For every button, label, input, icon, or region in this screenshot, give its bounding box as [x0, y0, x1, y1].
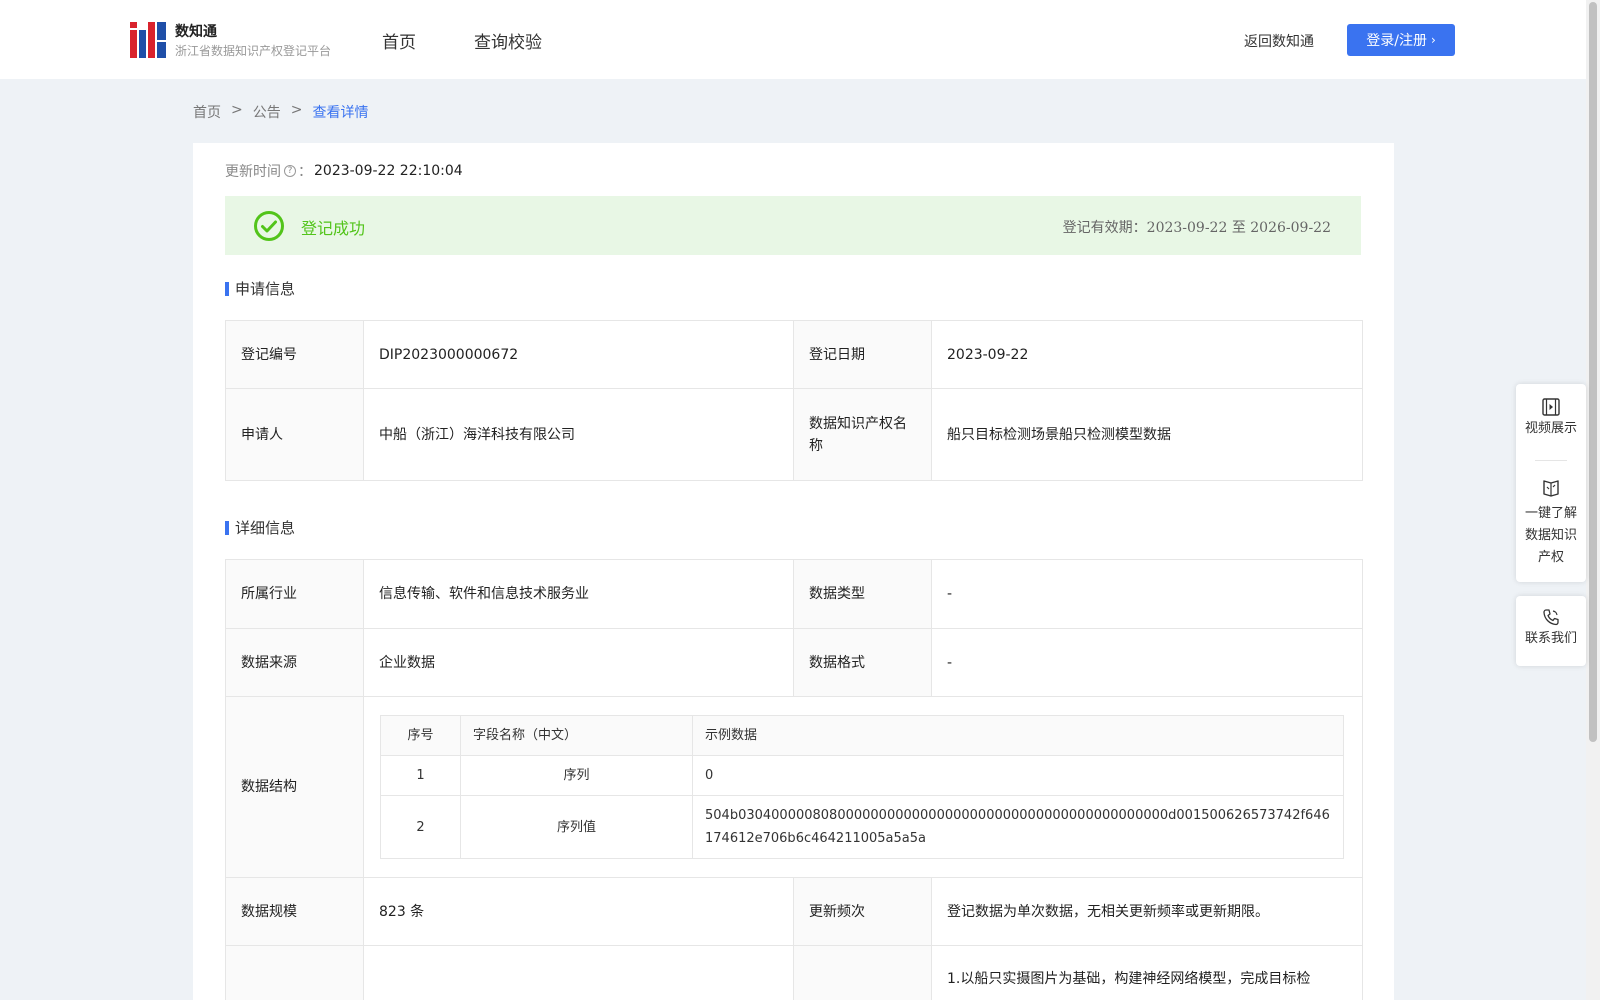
- structure-table: 序号 字段名称（中文） 示例数据 1 序列 0 2 序列值 504b030400…: [380, 715, 1344, 859]
- login-register-button[interactable]: 登录/注册 ›: [1347, 24, 1455, 56]
- empty-label: [793, 945, 932, 1000]
- cell-example: 504b030400000808000000000000000000000000…: [692, 795, 1344, 859]
- validity-range: 2023-09-22 至 2026-09-22: [1146, 220, 1331, 236]
- cell-index: 1: [380, 755, 461, 796]
- industry-value: 信息传输、软件和信息技术服务业: [363, 559, 794, 629]
- detail-info-table: 所属行业 信息传输、软件和信息技术服务业 数据类型 - 数据来源 企业数据 数据…: [225, 559, 1363, 1000]
- side-contact-label: 联系我们: [1524, 631, 1577, 646]
- side-contact-button[interactable]: 联系我们: [1516, 596, 1586, 650]
- apply-info-table: 登记编号 DIP2023000000672 登记日期 2023-09-22 申请…: [225, 320, 1363, 481]
- detail-card: 更新时间 ? ： 2023-09-22 22:10:04 登记成功 登记有效期：…: [193, 143, 1394, 1000]
- reg-no-value: DIP2023000000672: [363, 320, 794, 389]
- structure-row: 2 序列值 504b030400000808000000000000000000…: [380, 795, 1344, 859]
- industry-label: 所属行业: [225, 559, 364, 629]
- brand-subtitle: 浙江省数据知识产权登记平台: [175, 44, 332, 58]
- logo-icon[interactable]: [130, 20, 166, 58]
- side-panel: 视频展示 一键了解数据知识产权: [1516, 384, 1586, 582]
- section-title-detail: 详细信息: [225, 517, 295, 538]
- frequency-label: 更新频次: [793, 877, 932, 946]
- cell-index: 2: [380, 795, 461, 859]
- update-time-value: 2023-09-22 22:10:04: [314, 163, 463, 179]
- return-link[interactable]: 返回数知通: [1244, 31, 1314, 51]
- reg-date-label: 登记日期: [793, 320, 932, 389]
- login-register-label: 登录/注册: [1366, 33, 1427, 49]
- ip-name-value: 船只目标检测场景船只检测模型数据: [931, 388, 1363, 481]
- validity-label: 登记有效期：: [1062, 220, 1147, 236]
- breadcrumb-home[interactable]: 首页: [193, 102, 221, 122]
- applicant-label: 申请人: [225, 388, 364, 481]
- chevron-right-icon: ›: [1430, 33, 1436, 47]
- structure-cell: 序号 字段名称（中文） 示例数据 1 序列 0 2 序列值 504b030400…: [363, 696, 1363, 878]
- side-video-label: 视频展示: [1524, 421, 1577, 436]
- col-header-field: 字段名称（中文）: [460, 715, 693, 756]
- update-time: 更新时间 ? ： 2023-09-22 22:10:04: [225, 161, 463, 181]
- cell-field: 序列: [460, 755, 693, 796]
- source-value: 企业数据: [363, 628, 794, 697]
- top-header: 数知通 浙江省数据知识产权登记平台 首页 查询校验 返回数知通 登录/注册 ›: [0, 0, 1586, 79]
- breadcrumb-separator: >: [231, 102, 243, 118]
- col-header-example: 示例数据: [692, 715, 1344, 756]
- status-banner: 登记成功 登记有效期：2023-09-22 至 2026-09-22: [225, 196, 1361, 255]
- side-video-button[interactable]: 视频展示: [1516, 384, 1586, 460]
- side-learn-label: 一键了解数据知识产权: [1524, 506, 1577, 565]
- nav-home[interactable]: 首页: [382, 28, 416, 53]
- format-value: -: [931, 628, 1363, 697]
- breadcrumb-current: 查看详情: [312, 105, 369, 121]
- description-value: 1.以船只实摄图片为基础，构建神经网络模型，完成目标检: [931, 945, 1363, 1000]
- frequency-value: 登记数据为单次数据，无相关更新频率或更新期限。: [931, 877, 1363, 946]
- table-row: 申请人 中船（浙江）海洋科技有限公司 数据知识产权名称 船只目标检测场景船只检测…: [225, 388, 1363, 481]
- empty-value: [363, 945, 794, 1000]
- breadcrumb-separator: >: [290, 102, 303, 118]
- book-icon: [1543, 480, 1559, 497]
- breadcrumb: 首页 > 公告 > 查看详情: [193, 102, 368, 122]
- scale-value: 823 条: [363, 877, 794, 946]
- scrollbar-thumb[interactable]: [1589, 2, 1597, 742]
- cell-example: 0: [692, 755, 1344, 796]
- structure-header-row: 序号 字段名称（中文） 示例数据: [380, 715, 1344, 756]
- source-label: 数据来源: [225, 628, 364, 697]
- applicant-value: 中船（浙江）海洋科技有限公司: [363, 388, 794, 481]
- table-row: 数据来源 企业数据 数据格式 -: [225, 628, 1363, 697]
- data-type-value: -: [931, 559, 1363, 629]
- empty-label: [225, 945, 364, 1000]
- nav-query-verify[interactable]: 查询校验: [474, 28, 542, 53]
- update-time-label: 更新时间: [225, 164, 281, 180]
- format-label: 数据格式: [793, 628, 932, 697]
- brand-name: 数知通: [175, 24, 217, 40]
- reg-no-label: 登记编号: [225, 320, 364, 389]
- check-circle-icon: [254, 211, 284, 241]
- colon: ：: [298, 164, 312, 180]
- structure-label: 数据结构: [225, 696, 364, 878]
- side-panel-contact: 联系我们: [1516, 596, 1586, 666]
- scale-label: 数据规模: [225, 877, 364, 946]
- cell-field: 序列值: [460, 795, 693, 859]
- reg-date-value: 2023-09-22: [931, 320, 1363, 389]
- ip-name-label: 数据知识产权名称: [793, 388, 932, 481]
- data-type-label: 数据类型: [793, 559, 932, 629]
- table-row: 1.以船只实摄图片为基础，构建神经网络模型，完成目标检: [225, 945, 1363, 1000]
- side-learn-button[interactable]: 一键了解数据知识产权: [1516, 461, 1586, 569]
- page-scrollbar[interactable]: [1586, 0, 1600, 1000]
- table-row: 数据规模 823 条 更新频次 登记数据为单次数据，无相关更新频率或更新期限。: [225, 877, 1363, 946]
- table-row: 数据结构 序号 字段名称（中文） 示例数据 1 序列 0 2 序列值 504b0…: [225, 696, 1363, 878]
- help-icon[interactable]: ?: [284, 165, 296, 177]
- table-row: 所属行业 信息传输、软件和信息技术服务业 数据类型 -: [225, 559, 1363, 629]
- section-title-apply: 申请信息: [225, 278, 295, 299]
- video-icon: [1542, 398, 1560, 416]
- col-header-index: 序号: [380, 715, 461, 756]
- status-text: 登记成功: [301, 219, 366, 238]
- validity-period: 登记有效期：2023-09-22 至 2026-09-22: [1063, 217, 1331, 237]
- structure-row: 1 序列 0: [380, 755, 1344, 796]
- phone-icon: [1543, 609, 1559, 626]
- table-row: 登记编号 DIP2023000000672 登记日期 2023-09-22: [225, 320, 1363, 389]
- breadcrumb-notice[interactable]: 公告: [253, 102, 281, 122]
